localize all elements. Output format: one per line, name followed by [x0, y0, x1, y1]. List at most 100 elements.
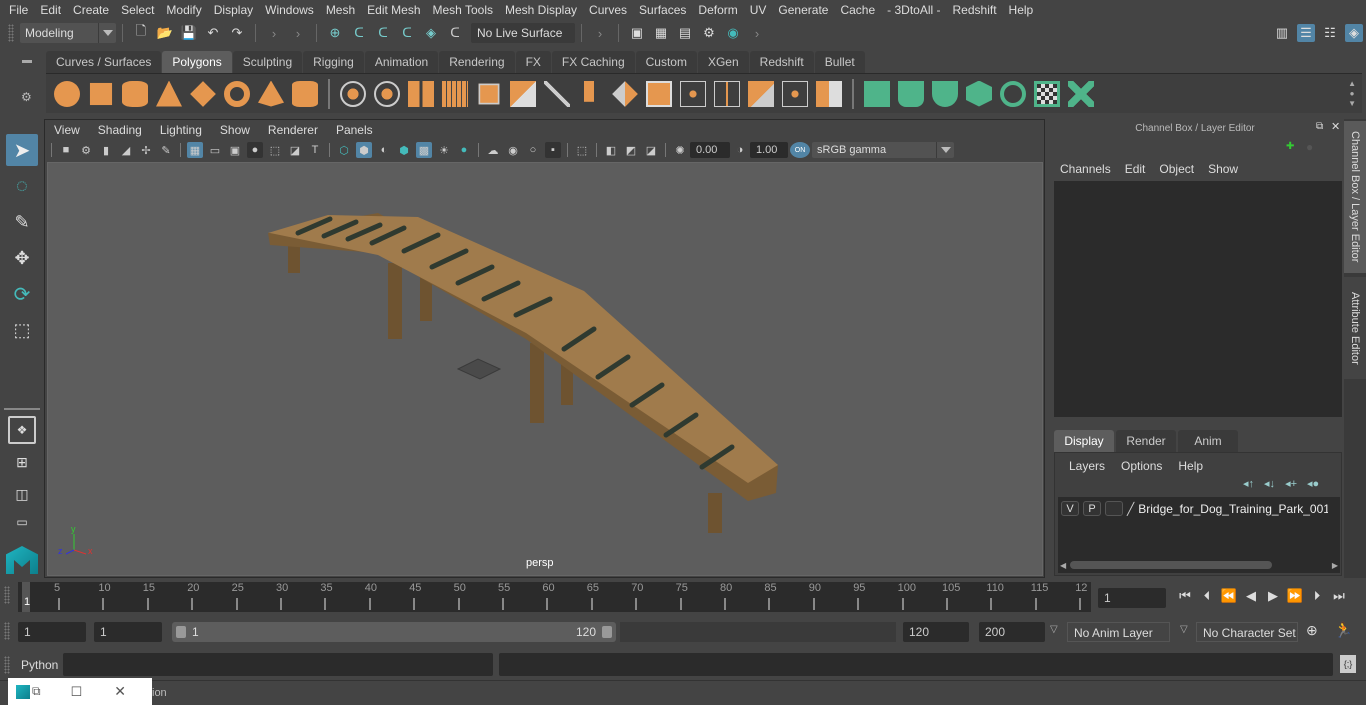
step-forward-key-icon[interactable]: ⏩: [1287, 588, 1303, 604]
shelf-settings-gear-icon[interactable]: ⚙: [21, 90, 32, 104]
scroll-up-icon[interactable]: ▲: [1348, 79, 1356, 89]
animation-prefs-icon[interactable]: 🏃: [1334, 621, 1353, 639]
cmdline-grip[interactable]: [4, 656, 10, 674]
menu-3dtoall[interactable]: - 3DtoAll -: [881, 3, 946, 17]
menu-create[interactable]: Create: [67, 3, 115, 17]
maximize-window-icon[interactable]: ☐: [71, 684, 83, 700]
resolution-gate-icon[interactable]: ▣: [227, 142, 243, 158]
safe-title-icon[interactable]: T: [307, 142, 323, 158]
dog-bridge-model[interactable]: [268, 213, 778, 533]
channel-menu-show[interactable]: Show: [1202, 162, 1246, 176]
layer-visibility-toggle[interactable]: V: [1061, 501, 1079, 516]
shelf-scroll[interactable]: ▲ ● ▼: [1348, 79, 1356, 109]
playback-end-field[interactable]: 120: [903, 622, 969, 642]
character-set-dropdown-arrow-icon[interactable]: ▽: [1180, 624, 1188, 635]
collapse-arrow-icon[interactable]: ›: [265, 24, 283, 42]
menu-redshift[interactable]: Redshift: [947, 3, 1003, 17]
tab-custom[interactable]: Custom: [635, 51, 697, 73]
manipulator-axis-icon[interactable]: ✚: [1286, 141, 1294, 152]
make-live-icon[interactable]: ᑕ: [446, 24, 464, 42]
tab-rigging[interactable]: Rigging: [303, 51, 364, 73]
poly-cone-icon[interactable]: [156, 80, 182, 107]
undo-icon[interactable]: ↶: [204, 24, 222, 42]
wireframe-on-shaded-icon[interactable]: ◐: [376, 142, 392, 158]
scale-tool[interactable]: ⬚: [6, 314, 38, 346]
menu-edit[interactable]: Edit: [34, 3, 67, 17]
quad-draw-icon[interactable]: [816, 80, 842, 107]
color-management-toggle[interactable]: ON: [790, 142, 810, 158]
attribute-editor-toggle-icon[interactable]: ☰: [1297, 24, 1315, 42]
step-back-key-icon[interactable]: ⏪: [1221, 588, 1237, 604]
tab-attribute-editor[interactable]: Attribute Editor: [1344, 277, 1366, 379]
tab-rendering[interactable]: Rendering: [439, 51, 515, 73]
depth-of-field-icon[interactable]: ▪: [545, 142, 561, 158]
uv-unfold-icon[interactable]: [1068, 80, 1094, 107]
range-slider[interactable]: 1 120: [172, 622, 616, 642]
viewport-menu-shading[interactable]: Shading: [89, 123, 151, 137]
collapse-arrow-icon[interactable]: ›: [289, 24, 307, 42]
isolate-select-icon[interactable]: ⬚: [574, 142, 590, 158]
graph-persp-layout[interactable]: ▭: [6, 512, 38, 532]
multi-cut-icon[interactable]: [544, 80, 570, 107]
collapse-arrow-icon[interactable]: ›: [748, 24, 766, 42]
menu-windows[interactable]: Windows: [259, 3, 320, 17]
layer-tab-anim[interactable]: Anim: [1178, 430, 1238, 452]
camera-icon[interactable]: ■: [58, 142, 74, 158]
uv-auto-icon[interactable]: [966, 80, 992, 107]
go-to-end-icon[interactable]: ⏭: [1331, 588, 1347, 604]
tab-bullet[interactable]: Bullet: [814, 51, 865, 73]
range-start-handle[interactable]: [176, 626, 186, 638]
redo-icon[interactable]: ↷: [228, 24, 246, 42]
float-panel-icon[interactable]: ⧉: [1316, 121, 1323, 132]
render-view-icon[interactable]: ▣: [628, 24, 646, 42]
character-set-dropdown[interactable]: No Character Set: [1196, 622, 1298, 642]
menu-deform[interactable]: Deform: [692, 3, 743, 17]
append-polygon-icon[interactable]: [612, 80, 638, 107]
snap-point-icon[interactable]: ᑕ: [374, 24, 392, 42]
poly-pipe-icon[interactable]: [292, 80, 318, 107]
uv-spherical-icon[interactable]: [932, 80, 958, 107]
workspace-dropdown[interactable]: Modeling: [20, 23, 116, 43]
range-grip[interactable]: [4, 622, 10, 640]
safe-action-icon[interactable]: ◪: [287, 142, 303, 158]
menu-help[interactable]: Help: [1003, 3, 1040, 17]
grease-pencil-icon[interactable]: ✎: [158, 142, 174, 158]
layer-horizontal-scrollbar[interactable]: ◀ ▶: [1060, 560, 1338, 570]
anti-aliasing-icon[interactable]: ○: [525, 142, 541, 158]
bookmark-icon[interactable]: ▮: [98, 142, 114, 158]
scroll-right-icon[interactable]: ▶: [1332, 561, 1338, 570]
motion-blur-icon[interactable]: ◉: [505, 142, 521, 158]
hud-icon[interactable]: ◪: [643, 142, 659, 158]
new-scene-icon[interactable]: 🗋: [132, 23, 150, 42]
scrollbar-thumb[interactable]: [1070, 561, 1273, 569]
uv-contour-icon[interactable]: [1000, 80, 1026, 107]
time-slider[interactable]: 1 5 10 15 20 25 30 35 40 45 50 55 60 65 70 75 80 85 90 95 1…: [18, 582, 1091, 612]
close-window-icon[interactable]: ✕: [114, 683, 126, 700]
exposure-field[interactable]: 0.00: [690, 142, 730, 158]
move-layer-down-icon[interactable]: ◂↓: [1264, 477, 1275, 490]
menu-select[interactable]: Select: [115, 3, 160, 17]
textured-icon[interactable]: ▩: [416, 142, 432, 158]
viewport-menu-renderer[interactable]: Renderer: [259, 123, 327, 137]
layer-menu-help[interactable]: Help: [1170, 455, 1211, 477]
poly-cylinder-icon[interactable]: [122, 80, 148, 107]
menu-edit-mesh[interactable]: Edit Mesh: [361, 3, 426, 17]
select-tool[interactable]: ➤: [6, 134, 38, 166]
layer-menu-options[interactable]: Options: [1113, 455, 1170, 477]
collapse-arrow-icon[interactable]: ›: [591, 24, 609, 42]
gamma-field[interactable]: 1.00: [750, 142, 788, 158]
viewport-menu-lighting[interactable]: Lighting: [151, 123, 211, 137]
close-panel-icon[interactable]: ✕: [1331, 120, 1340, 133]
target-weld-icon[interactable]: [782, 80, 808, 107]
viewport-menu-show[interactable]: Show: [211, 123, 259, 137]
tab-sculpting[interactable]: Sculpting: [232, 51, 303, 73]
scroll-left-icon[interactable]: ◀: [1060, 561, 1066, 570]
channel-box-area[interactable]: [1054, 181, 1342, 417]
new-empty-layer-icon[interactable]: ◂+: [1285, 477, 1297, 490]
extrude-icon[interactable]: [510, 80, 536, 107]
layer-color-swatch[interactable]: ╱: [1127, 502, 1134, 516]
uv-editor-icon[interactable]: [1034, 80, 1060, 107]
snap-curve-icon[interactable]: ᑕ: [350, 24, 368, 42]
script-language-toggle[interactable]: Python: [21, 658, 58, 672]
drag-handle[interactable]: [8, 24, 14, 42]
